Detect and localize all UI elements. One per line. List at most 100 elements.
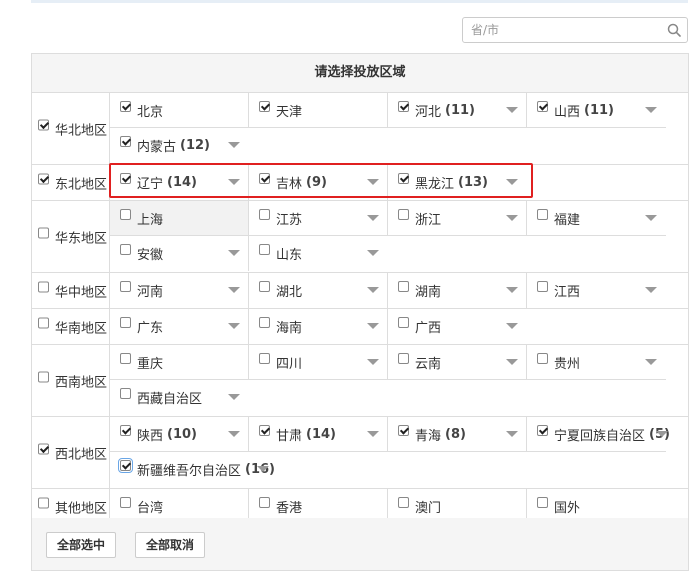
checkbox[interactable] bbox=[120, 136, 131, 147]
checkbox[interactable] bbox=[259, 244, 270, 255]
province-qinghai[interactable]: 青海 (8) bbox=[388, 417, 527, 452]
checkbox[interactable] bbox=[38, 173, 49, 184]
chevron-down-icon[interactable] bbox=[228, 142, 240, 148]
checkbox[interactable] bbox=[259, 209, 270, 220]
checkbox[interactable] bbox=[537, 209, 548, 220]
checkbox[interactable] bbox=[38, 227, 49, 238]
checkbox[interactable] bbox=[120, 317, 131, 328]
checkbox[interactable] bbox=[120, 388, 131, 399]
province-chongqing[interactable]: 重庆 bbox=[110, 345, 249, 380]
chevron-down-icon[interactable] bbox=[506, 107, 518, 113]
province-anhui[interactable]: 安徽 bbox=[110, 236, 249, 271]
chevron-down-icon[interactable] bbox=[367, 287, 379, 293]
checkbox[interactable] bbox=[259, 425, 270, 436]
checkbox[interactable] bbox=[398, 425, 409, 436]
checkbox[interactable] bbox=[537, 281, 548, 292]
checkbox[interactable] bbox=[398, 281, 409, 292]
deselect-all-button[interactable]: 全部取消 bbox=[135, 532, 206, 558]
province-guizhou[interactable]: 贵州 bbox=[527, 345, 666, 380]
select-all-button[interactable]: 全部选中 bbox=[46, 532, 117, 558]
province-jiangxi[interactable]: 江西 bbox=[527, 273, 666, 308]
province-beijing[interactable]: 北京 bbox=[110, 93, 249, 128]
province-heilongjiang[interactable]: 黑龙江 (13) bbox=[388, 165, 527, 200]
province-sichuan[interactable]: 四川 bbox=[249, 345, 388, 380]
region-checkbox-southwest[interactable]: 西南地区 bbox=[38, 371, 107, 390]
region-checkbox-south[interactable]: 华南地区 bbox=[38, 317, 107, 336]
chevron-down-icon[interactable] bbox=[367, 359, 379, 365]
chevron-down-icon[interactable] bbox=[506, 431, 518, 437]
province-ningxia[interactable]: 宁夏回族自治区 (5) bbox=[527, 417, 670, 452]
province-zhejiang[interactable]: 浙江 bbox=[388, 201, 527, 236]
checkbox[interactable] bbox=[120, 281, 131, 292]
province-xinjiang[interactable]: 新疆维吾尔自治区 (16) bbox=[110, 452, 290, 487]
chevron-down-icon[interactable] bbox=[506, 215, 518, 221]
chevron-down-icon[interactable] bbox=[228, 287, 240, 293]
search-input[interactable] bbox=[471, 22, 651, 38]
province-neimenggu[interactable]: 内蒙古 (12) bbox=[110, 128, 249, 163]
chevron-down-icon[interactable] bbox=[656, 431, 668, 437]
province-liaoning[interactable]: 辽宁 (14) bbox=[110, 165, 249, 200]
region-checkbox-northeast[interactable]: 东北地区 bbox=[38, 173, 107, 192]
province-hunan[interactable]: 湖南 bbox=[388, 273, 527, 308]
region-checkbox-northwest[interactable]: 西北地区 bbox=[38, 443, 107, 462]
checkbox[interactable] bbox=[120, 497, 131, 508]
chevron-down-icon[interactable] bbox=[228, 323, 240, 329]
chevron-down-icon[interactable] bbox=[257, 466, 269, 472]
checkbox[interactable] bbox=[120, 209, 131, 220]
checkbox[interactable] bbox=[120, 101, 131, 112]
chevron-down-icon[interactable] bbox=[645, 215, 657, 221]
chevron-down-icon[interactable] bbox=[367, 215, 379, 221]
checkbox[interactable] bbox=[259, 497, 270, 508]
checkbox[interactable] bbox=[398, 317, 409, 328]
chevron-down-icon[interactable] bbox=[367, 250, 379, 256]
province-shandong[interactable]: 山东 bbox=[249, 236, 388, 271]
province-gansu[interactable]: 甘肃 (14) bbox=[249, 417, 388, 452]
province-shaanxi[interactable]: 陕西 (10) bbox=[110, 417, 249, 452]
checkbox[interactable] bbox=[259, 173, 270, 184]
chevron-down-icon[interactable] bbox=[228, 179, 240, 185]
chevron-down-icon[interactable] bbox=[228, 394, 240, 400]
region-checkbox-central[interactable]: 华中地区 bbox=[38, 281, 107, 300]
checkbox[interactable] bbox=[537, 353, 548, 364]
checkbox[interactable] bbox=[38, 371, 49, 382]
province-shanghai[interactable]: 上海 bbox=[110, 201, 249, 236]
province-guangxi[interactable]: 广西 bbox=[388, 309, 527, 344]
province-tianjin[interactable]: 天津 bbox=[249, 93, 388, 128]
checkbox[interactable] bbox=[38, 443, 49, 454]
chevron-down-icon[interactable] bbox=[506, 359, 518, 365]
chevron-down-icon[interactable] bbox=[367, 323, 379, 329]
region-checkbox-north[interactable]: 华北地区 bbox=[38, 119, 107, 138]
province-hainan[interactable]: 海南 bbox=[249, 309, 388, 344]
checkbox[interactable] bbox=[259, 281, 270, 292]
checkbox[interactable] bbox=[398, 497, 409, 508]
checkbox[interactable] bbox=[120, 244, 131, 255]
region-checkbox-other[interactable]: 其他地区 bbox=[38, 497, 107, 516]
chevron-down-icon[interactable] bbox=[367, 431, 379, 437]
chevron-down-icon[interactable] bbox=[228, 431, 240, 437]
chevron-down-icon[interactable] bbox=[645, 107, 657, 113]
checkbox[interactable] bbox=[38, 497, 49, 508]
checkbox[interactable] bbox=[398, 209, 409, 220]
checkbox[interactable] bbox=[120, 173, 131, 184]
chevron-down-icon[interactable] bbox=[228, 250, 240, 256]
checkbox[interactable] bbox=[259, 101, 270, 112]
checkbox[interactable] bbox=[398, 353, 409, 364]
checkbox[interactable] bbox=[537, 497, 548, 508]
search-icon[interactable] bbox=[667, 23, 681, 37]
checkbox[interactable] bbox=[38, 119, 49, 130]
province-jilin[interactable]: 吉林 (9) bbox=[249, 165, 388, 200]
province-henan[interactable]: 河南 bbox=[110, 273, 249, 308]
chevron-down-icon[interactable] bbox=[645, 287, 657, 293]
chevron-down-icon[interactable] bbox=[645, 359, 657, 365]
chevron-down-icon[interactable] bbox=[506, 179, 518, 185]
search-box[interactable] bbox=[462, 17, 688, 43]
checkbox[interactable] bbox=[120, 425, 131, 436]
chevron-down-icon[interactable] bbox=[367, 179, 379, 185]
checkbox[interactable] bbox=[118, 458, 133, 473]
checkbox[interactable] bbox=[398, 101, 409, 112]
checkbox[interactable] bbox=[38, 281, 49, 292]
checkbox[interactable] bbox=[537, 425, 548, 436]
chevron-down-icon[interactable] bbox=[506, 323, 518, 329]
province-hebei[interactable]: 河北 (11) bbox=[388, 93, 527, 128]
checkbox[interactable] bbox=[259, 317, 270, 328]
